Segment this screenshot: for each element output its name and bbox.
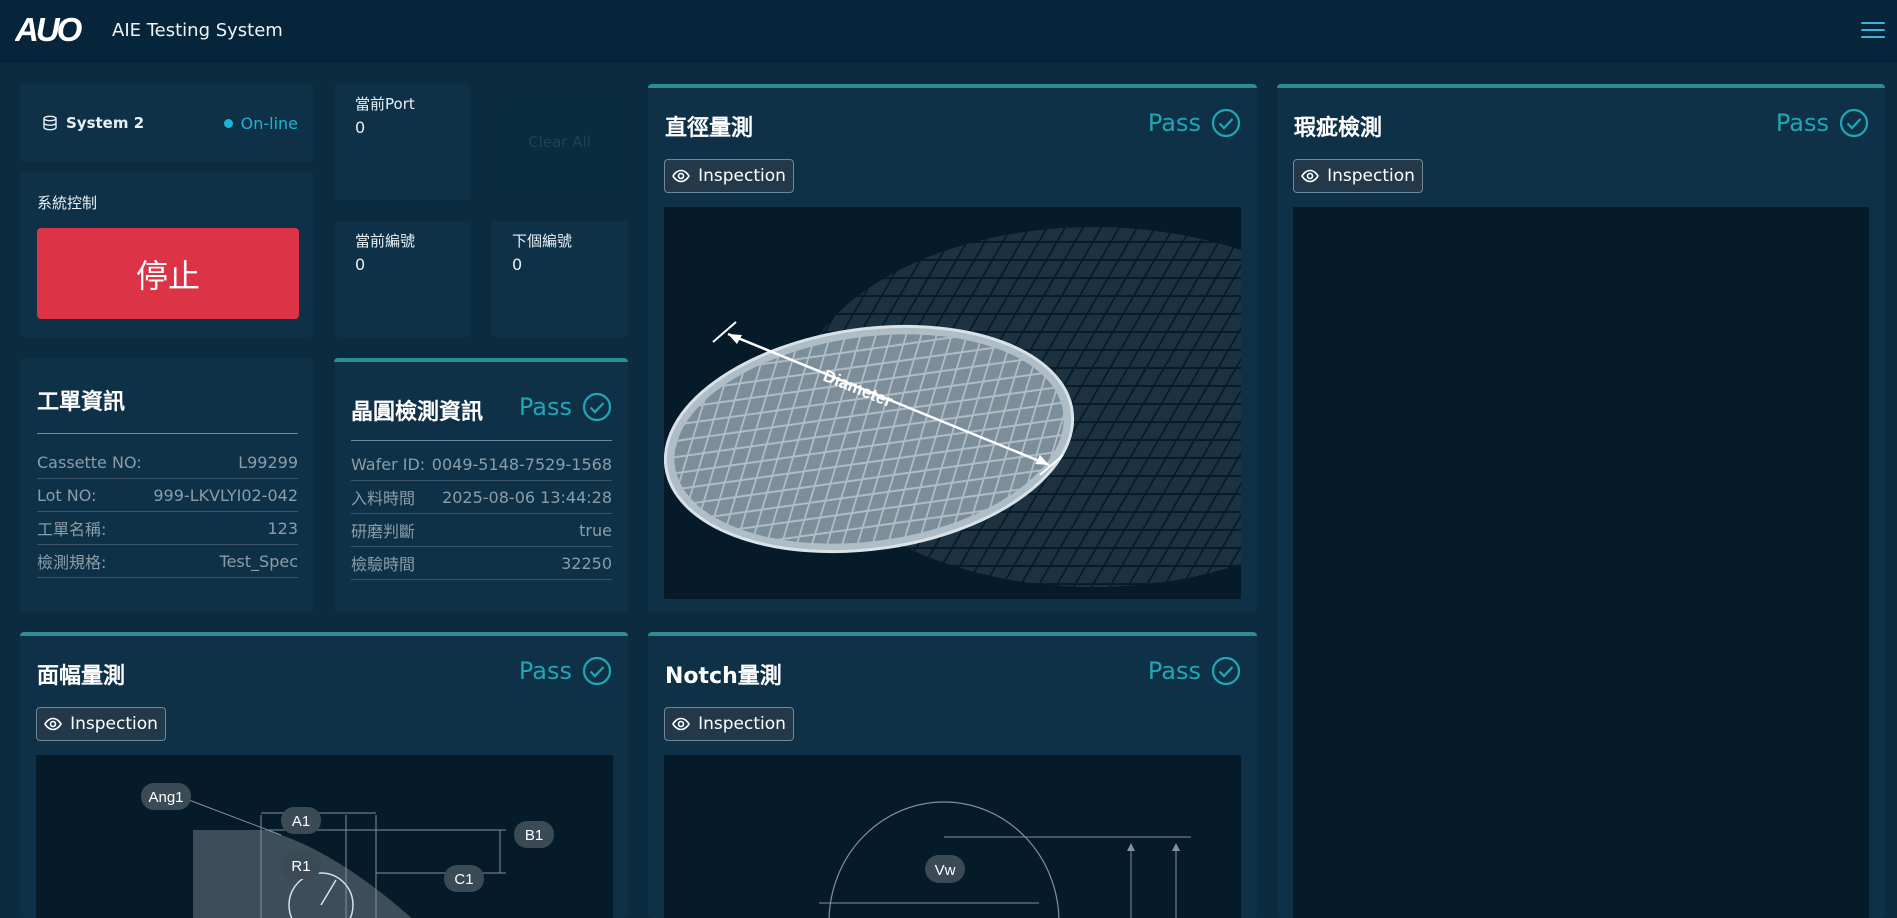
current-port-label: 當前Port	[355, 95, 415, 113]
system-name: System 2	[42, 114, 144, 132]
diameter-inspection-button[interactable]: Inspection	[664, 159, 794, 193]
kv-row: 研磨判斷 true	[351, 514, 612, 547]
defect-inspection-button[interactable]: Inspection	[1293, 159, 1423, 193]
next-number-label: 下個編號	[512, 232, 573, 250]
next-number-card: 下個編號 0	[491, 221, 628, 337]
svg-text:B1: B1	[525, 827, 543, 844]
svg-text:AUO: AUO	[15, 14, 83, 46]
width-panel: 面幅量測 Pass Inspection Ang1 A1 B1 R1 C1	[20, 632, 628, 918]
hamburger-menu-icon[interactable]	[1861, 22, 1885, 41]
stop-button[interactable]: 停止	[37, 228, 299, 319]
diameter-title: 直徑量測	[665, 116, 754, 141]
current-port-card: 當前Port 0	[334, 84, 471, 200]
width-image: Ang1 A1 B1 R1 C1	[36, 755, 613, 918]
defect-result: Pass	[1776, 108, 1869, 138]
notch-result: Pass	[1148, 656, 1241, 686]
eye-icon	[672, 169, 691, 183]
next-number-value: 0	[512, 255, 523, 274]
notch-panel: Notch量測 Pass Inspection Vw	[648, 632, 1257, 918]
svg-text:C1: C1	[454, 871, 473, 888]
kv-row: 檢驗時間 32250	[351, 547, 612, 580]
svg-text:R1: R1	[291, 858, 310, 875]
notch-inspection-button[interactable]: Inspection	[664, 707, 794, 741]
diameter-panel: 直徑量測 Pass Inspection Diameter	[648, 84, 1257, 612]
current-number-card: 當前編號 0	[334, 221, 471, 337]
kv-row: 檢測規格: Test_Spec	[37, 545, 298, 578]
width-inspection-button[interactable]: Inspection	[36, 707, 166, 741]
system-card: System 2 On-line	[20, 84, 314, 162]
width-result: Pass	[519, 656, 612, 686]
auo-logo: AUO	[15, 14, 86, 46]
kv-row: Wafer ID: 0049-5148-7529-1568	[351, 448, 612, 481]
check-circle-icon	[582, 656, 612, 686]
notch-title: Notch量測	[665, 664, 782, 689]
top-bar: AUO AIE Testing System	[0, 0, 1897, 63]
svg-text:Ang1: Ang1	[148, 789, 183, 806]
system-control-label: 系統控制	[37, 194, 98, 212]
kv-row: 入料時間 2025-08-06 13:44:28	[351, 481, 612, 514]
check-circle-icon	[1211, 656, 1241, 686]
check-circle-icon	[1839, 108, 1869, 138]
wafer-info-result: Pass	[519, 392, 612, 422]
clear-all-card: Clear All	[491, 84, 628, 200]
current-number-value: 0	[355, 255, 366, 274]
svg-text:A1: A1	[292, 813, 310, 830]
kv-row: Lot NO: 999-LKVLYI02-042	[37, 479, 298, 512]
work-order-title: 工單資訊	[37, 390, 126, 415]
wafer-info-title: 晶圓檢測資訊	[351, 400, 484, 425]
svg-text:Vw: Vw	[935, 862, 956, 879]
check-circle-icon	[1211, 108, 1241, 138]
diameter-image: Diameter	[664, 207, 1241, 599]
width-title: 面幅量測	[37, 664, 126, 689]
database-icon	[43, 115, 57, 131]
edge-profile-illustration: Ang1 A1 B1 R1 C1	[36, 755, 613, 918]
defect-image	[1293, 207, 1869, 918]
defect-title: 瑕疵檢測	[1294, 116, 1383, 141]
kv-row: 工單名稱: 123	[37, 512, 298, 545]
status-dot-icon	[223, 119, 233, 128]
wafer-diameter-illustration: Diameter	[664, 207, 1241, 599]
diameter-result: Pass	[1148, 108, 1241, 138]
clear-all-button[interactable]: Clear All	[491, 84, 628, 200]
eye-icon	[1301, 169, 1320, 183]
divider	[37, 433, 298, 434]
divider	[351, 440, 612, 441]
work-order-card: 工單資訊 Cassette NO: L99299 Lot NO: 999-LKVLY…	[20, 358, 314, 612]
eye-icon	[672, 717, 691, 731]
notch-illustration: Vw	[664, 755, 1241, 918]
system-control-card: 系統控制 停止	[20, 172, 314, 337]
notch-image: Vw	[664, 755, 1241, 918]
status-indicator: On-line	[223, 114, 298, 133]
current-port-value: 0	[355, 118, 366, 137]
eye-icon	[44, 717, 63, 731]
wafer-info-card: 晶圓檢測資訊 Pass Wafer ID: 0049-5148-7529-1568…	[334, 358, 628, 612]
defect-panel: 瑕疵檢測 Pass Inspection	[1277, 84, 1885, 918]
current-number-label: 當前編號	[355, 232, 416, 250]
app-title: AIE Testing System	[112, 20, 283, 41]
kv-row: Cassette NO: L99299	[37, 446, 298, 479]
check-circle-icon	[582, 392, 612, 422]
